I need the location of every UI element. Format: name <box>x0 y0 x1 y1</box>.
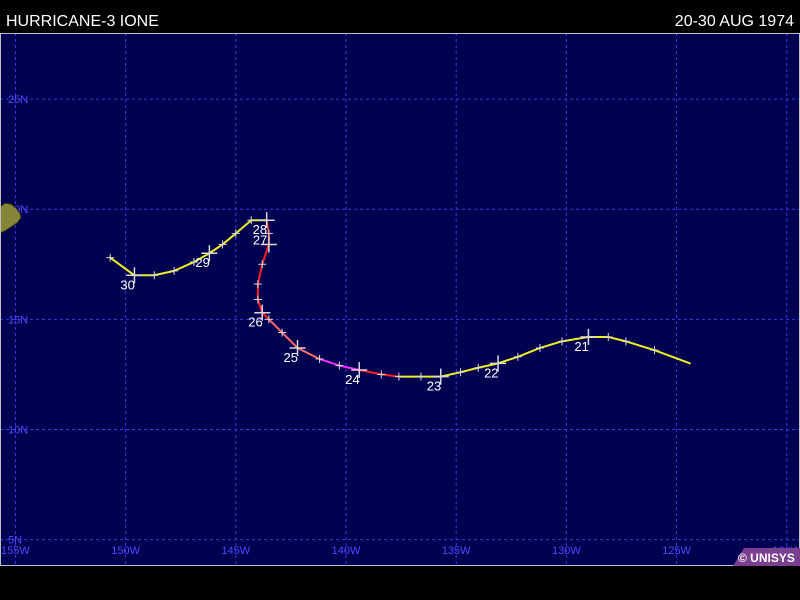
lon-label: 140W <box>332 545 361 557</box>
day-label: 25 <box>284 350 298 365</box>
unisys-badge: © UNISYS <box>733 548 800 566</box>
day-label: 26 <box>248 315 262 330</box>
badge-label: © UNISYS <box>738 551 795 565</box>
day-label: 29 <box>195 255 209 270</box>
day-label: 30 <box>120 277 134 292</box>
ocean-background <box>0 33 800 566</box>
day-label: 28 <box>253 222 267 237</box>
day-label: 23 <box>427 379 441 394</box>
lat-label: 10N <box>8 424 28 436</box>
lon-label: 150W <box>111 545 140 557</box>
day-label: 21 <box>574 339 588 354</box>
lon-label: 145W <box>221 545 250 557</box>
lat-label: 25N <box>8 94 28 106</box>
day-label: 22 <box>484 365 498 380</box>
track-map: 25N20N15N10N5N155W150W145W140W135W130W12… <box>0 33 800 566</box>
lon-label: 130W <box>552 545 581 557</box>
date-range: 20-30 AUG 1974 <box>674 13 794 30</box>
day-label: 24 <box>345 372 359 387</box>
storm-title: HURRICANE-3 IONE <box>6 13 159 30</box>
lon-label: 135W <box>442 545 471 557</box>
lon-label: 125W <box>662 545 691 557</box>
lon-label: 155W <box>1 545 30 557</box>
lat-label: 15N <box>8 314 28 326</box>
